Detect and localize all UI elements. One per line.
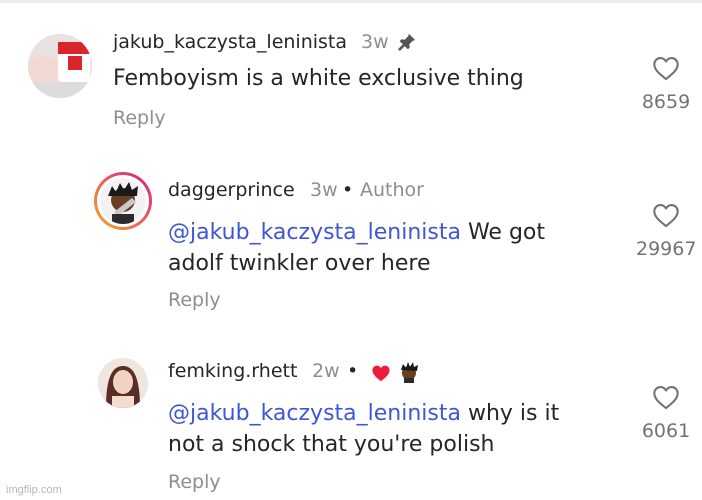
comment-text: Femboyism is a white exclusive thing [113,66,524,91]
like-count: 8659 [641,91,691,113]
heart-outline-icon[interactable] [636,202,696,228]
avatar-image [28,34,92,98]
reply-comment-item: daggerprince 3w • Author @jakub_kaczysta… [0,140,702,320]
author-label: Author [360,179,424,201]
comment-time: 3w [310,179,338,201]
red-heart-icon [371,364,391,386]
heart-outline-icon[interactable] [636,384,696,410]
comment-text-line: not a shock that you're polish [168,432,495,457]
comment-item: jakub_kaczysta_leninista 3w Femboyism is… [0,0,702,140]
comment-time: 3w [361,31,389,53]
avatar-with-story-ring[interactable] [94,172,152,230]
reply-button[interactable]: Reply [168,289,221,311]
user-mention-link[interactable]: @jakub_kaczysta_leninista [168,401,461,426]
avatar-image [100,178,146,224]
comment-text: @jakub_kaczysta_leninista We got adolf t… [168,217,628,279]
avatar[interactable] [98,358,148,408]
reply-button[interactable]: Reply [168,471,221,493]
comment-username[interactable]: daggerprince [168,179,295,201]
meta-separator: • [347,360,359,382]
author-avatar-icon [398,361,420,387]
like-section: 8659 [636,55,696,113]
like-section: 6061 [636,384,696,442]
avatar[interactable] [28,34,92,98]
like-count: 6061 [641,420,691,442]
heart-outline-icon[interactable] [636,55,696,81]
reply-button[interactable]: Reply [113,107,166,129]
comment-text-line: adolf twinkler over here [168,251,431,276]
comment-text-segment: We got [460,220,546,245]
avatar-image [98,358,148,408]
like-count: 29967 [636,238,697,260]
comment-time: 2w [312,360,340,382]
pin-icon [396,31,418,57]
comment-text-segment: why is it [460,401,560,426]
comment-username[interactable]: jakub_kaczysta_leninista [113,31,347,53]
reply-comment-item: femking.rhett 2w • @jakub_kaczysta_lenin… [0,320,702,500]
like-section: 29967 [636,202,696,260]
user-mention-link[interactable]: @jakub_kaczysta_leninista [168,220,461,245]
watermark: imgflip.com [6,484,62,496]
comment-text: @jakub_kaczysta_leninista why is it not … [168,398,628,460]
meta-separator: • [342,179,354,201]
comment-username[interactable]: femking.rhett [168,360,297,382]
